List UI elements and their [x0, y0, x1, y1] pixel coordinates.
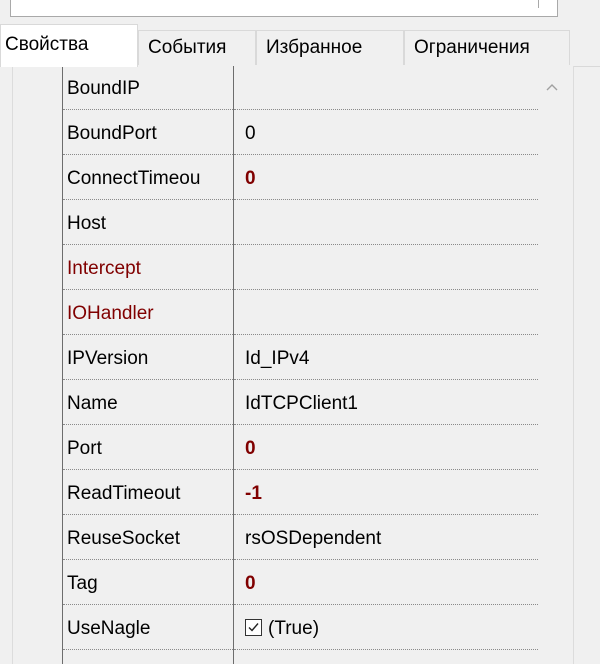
property-value[interactable]: 0 — [234, 156, 538, 200]
property-name: Name — [63, 381, 233, 425]
tab-events[interactable]: События — [138, 30, 256, 65]
property-row-usenagle[interactable]: UseNagle (True) — [63, 606, 570, 651]
property-name: Intercept — [63, 246, 233, 290]
property-value[interactable]: -1 — [234, 471, 538, 515]
property-row-readtimeout[interactable]: ReadTimeout -1 — [63, 471, 570, 516]
vertical-scrollbar[interactable] — [538, 66, 569, 664]
property-name: IPVersion — [63, 336, 233, 380]
property-row-intercept[interactable]: Intercept — [63, 246, 570, 291]
property-name: Port — [63, 426, 233, 470]
property-name: ReuseSocket — [63, 516, 233, 560]
property-value[interactable]: 0 — [234, 111, 538, 155]
property-row-tag[interactable]: Tag 0 — [63, 561, 570, 606]
property-name: BoundPort — [63, 111, 233, 155]
object-inspector-panel: BoundIP BoundPort 0 ConnectTimeou 0 Host… — [12, 66, 574, 664]
chevron-up-icon[interactable] — [544, 80, 560, 94]
property-name: ConnectTimeou — [63, 156, 233, 200]
component-selector-combo[interactable] — [10, 0, 558, 17]
usenagle-value-text: (True) — [268, 618, 320, 639]
property-value[interactable] — [234, 291, 538, 335]
property-value[interactable] — [234, 66, 538, 110]
property-value[interactable]: 0 — [234, 426, 538, 470]
checkbox-checked-icon[interactable] — [245, 619, 262, 636]
column-divider-tail — [233, 651, 234, 664]
combo-dropdown-button[interactable] — [538, 0, 547, 8]
property-row-host[interactable]: Host — [63, 201, 570, 246]
property-row-ipversion[interactable]: IPVersion Id_IPv4 — [63, 336, 570, 381]
property-name: ReadTimeout — [63, 471, 233, 515]
tab-restrictions[interactable]: Ограничения — [404, 30, 570, 65]
property-name: UseNagle — [63, 606, 233, 650]
tab-properties[interactable]: Свойства — [0, 24, 138, 67]
property-value[interactable]: rsOSDependent — [234, 516, 538, 560]
property-value-usenagle[interactable]: (True) — [234, 606, 538, 650]
property-row-name[interactable]: Name IdTCPClient1 — [63, 381, 570, 426]
property-value[interactable]: Id_IPv4 — [234, 336, 538, 380]
property-value[interactable] — [234, 246, 538, 290]
property-name: BoundIP — [63, 66, 233, 110]
property-row-boundport[interactable]: BoundPort 0 — [63, 111, 570, 156]
property-name: IOHandler — [63, 291, 233, 335]
combo-gap — [563, 0, 600, 18]
property-row-connecttimeout[interactable]: ConnectTimeou 0 — [63, 156, 570, 201]
inspector-tab-bar: Свойства События Избранное Ограничения — [0, 24, 600, 67]
property-value[interactable]: IdTCPClient1 — [234, 381, 538, 425]
property-value[interactable] — [234, 201, 538, 245]
tab-favorites[interactable]: Избранное — [256, 30, 404, 65]
property-row-boundip[interactable]: BoundIP — [63, 66, 570, 111]
property-row-reusesocket[interactable]: ReuseSocket rsOSDependent — [63, 516, 570, 561]
property-value[interactable]: 0 — [234, 561, 538, 605]
property-name: Host — [63, 201, 233, 245]
property-grid: BoundIP BoundPort 0 ConnectTimeou 0 Host… — [62, 66, 570, 664]
property-row-port[interactable]: Port 0 — [63, 426, 570, 471]
property-row-iohandler[interactable]: IOHandler — [63, 291, 570, 336]
property-name: Tag — [63, 561, 233, 605]
